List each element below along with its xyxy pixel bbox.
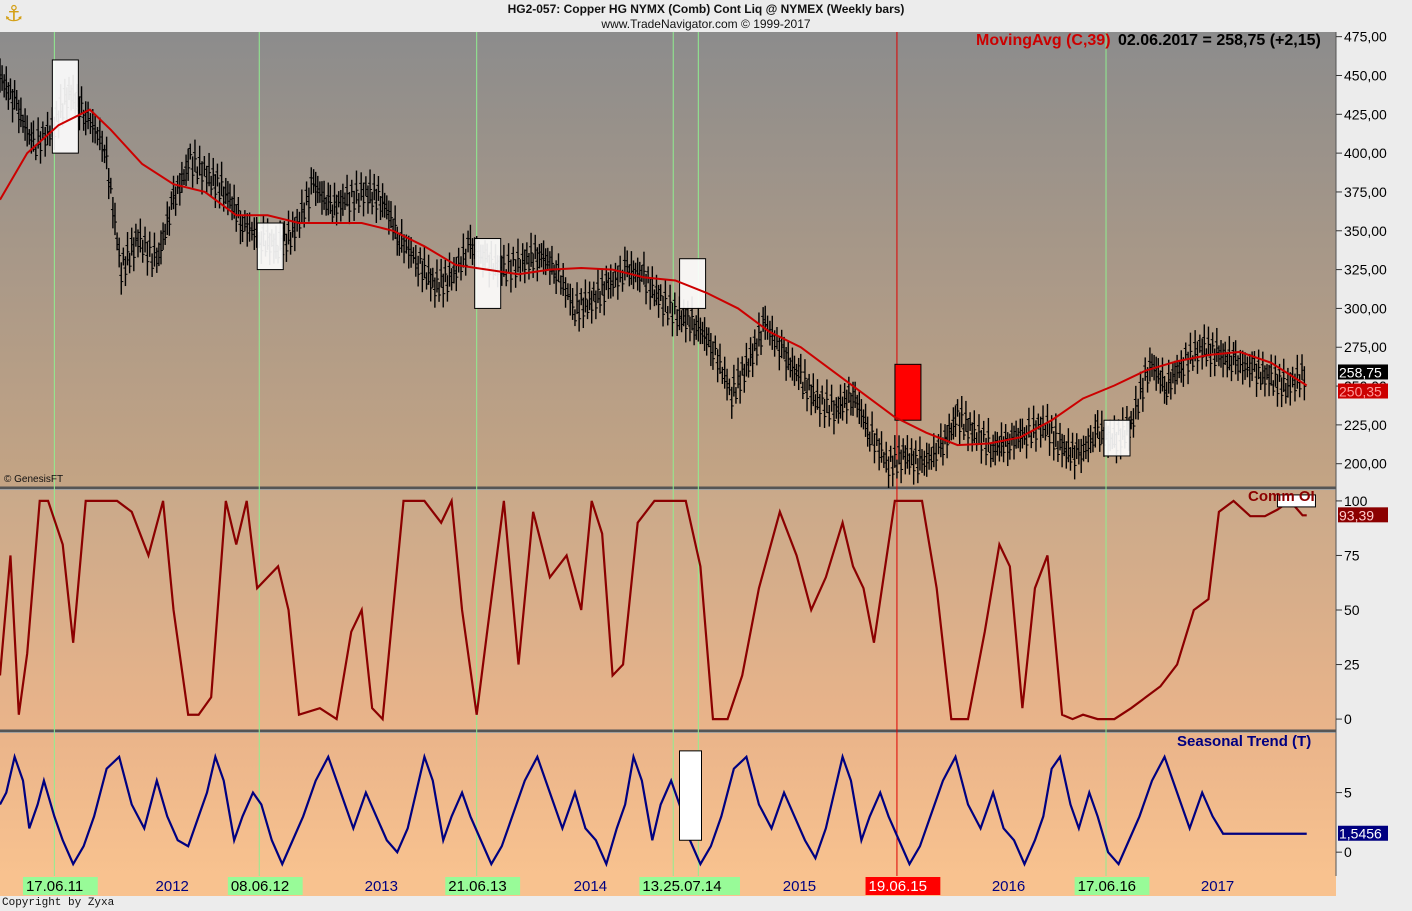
signal-box [475, 239, 501, 309]
signal-date-label: 13.25.07.14 [642, 878, 721, 895]
signal-date-label: 17.06.11 [26, 878, 83, 895]
chart-source: www.TradeNavigator.com © 1999-2017 [0, 17, 1412, 31]
y-tick-label: 25 [1344, 657, 1360, 673]
signal-box [1104, 420, 1130, 456]
y-tick-label: 375,00 [1344, 184, 1387, 200]
y-tick-label: 275,00 [1344, 339, 1387, 355]
signal-box [895, 364, 921, 420]
signal-box [52, 60, 78, 153]
last-price-label: 258,75 [1339, 364, 1382, 380]
x-year-label: 2013 [365, 878, 398, 895]
moving-avg-legend: MovingAvg (C,39) [976, 32, 1111, 49]
comm-oi-panel-bg [0, 490, 1336, 730]
copyright-note: Copyright by Zyxa [2, 897, 114, 909]
x-year-label: 2017 [1201, 878, 1234, 895]
signal-date-label: 19.06.15 [869, 878, 927, 895]
genesis-credit: © GenesisFT [4, 474, 63, 485]
signal-box [257, 223, 283, 270]
y-tick-label: 400,00 [1344, 145, 1387, 161]
signal-date-label: 21.06.13 [448, 878, 506, 895]
y-tick-label: 450,00 [1344, 67, 1387, 83]
y-tick-label: 0 [1344, 844, 1352, 860]
seasonal-signal-box [679, 751, 701, 840]
y-tick-label: 300,00 [1344, 300, 1387, 316]
seasonal-panel-bg [0, 733, 1336, 876]
signal-date-label: 08.06.12 [231, 878, 289, 895]
seasonal-legend: Seasonal Trend (T) [1177, 733, 1311, 750]
trading-chart: 200,00225,00250,00275,00300,00325,00350,… [0, 0, 1412, 911]
x-year-label: 2012 [156, 878, 189, 895]
chart-title: HG2-057: Copper HG NYMX (Comb) Cont Liq … [0, 2, 1412, 16]
y-tick-label: 475,00 [1344, 29, 1387, 45]
last-seasonal-label: 1,5456 [1339, 826, 1382, 842]
y-tick-label: 0 [1344, 711, 1352, 727]
y-tick-label: 200,00 [1344, 456, 1387, 472]
x-year-label: 2014 [574, 878, 607, 895]
y-tick-label: 350,00 [1344, 223, 1387, 239]
y-tick-label: 425,00 [1344, 106, 1387, 122]
x-year-label: 2015 [783, 878, 816, 895]
app-logo: ⚓ [4, 2, 24, 27]
y-tick-label: 5 [1344, 785, 1352, 801]
y-tick-label: 50 [1344, 602, 1360, 618]
x-year-label: 2016 [992, 878, 1025, 895]
comm-oi-legend: Comm OI [1248, 488, 1315, 505]
y-tick-label: 325,00 [1344, 262, 1387, 278]
last-comm-oi-label: 93,39 [1339, 507, 1374, 523]
signal-date-label: 17.06.16 [1078, 878, 1136, 895]
y-tick-label: 225,00 [1344, 417, 1387, 433]
last-ma-label: 250,35 [1339, 384, 1382, 400]
price-readout: 02.06.2017 = 258,75 (+2,15) [1118, 32, 1321, 49]
y-tick-label: 75 [1344, 547, 1360, 563]
